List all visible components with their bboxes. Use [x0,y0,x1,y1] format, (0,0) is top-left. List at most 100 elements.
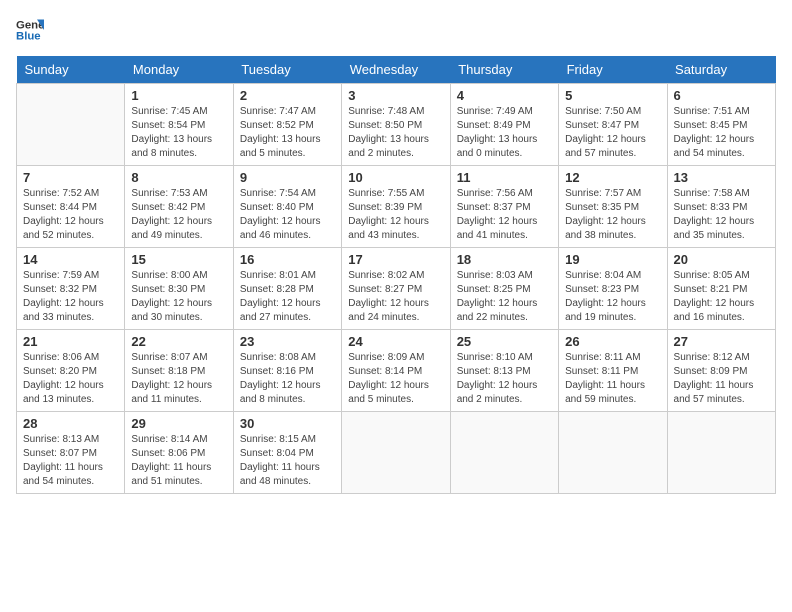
day-number: 12 [565,170,660,185]
day-number: 2 [240,88,335,103]
cell-info: Sunrise: 8:09 AM Sunset: 8:14 PM Dayligh… [348,351,443,407]
weekday-header-thursday: Thursday [450,56,558,84]
day-number: 10 [348,170,443,185]
calendar-cell: 10 Sunrise: 7:55 AM Sunset: 8:39 PM Dayli… [342,166,450,248]
weekday-header-saturday: Saturday [667,56,775,84]
calendar-week-5: 28 Sunrise: 8:13 AM Sunset: 8:07 PM Dayli… [17,412,776,494]
day-number: 25 [457,334,552,349]
day-number: 19 [565,252,660,267]
calendar-cell: 21 Sunrise: 8:06 AM Sunset: 8:20 PM Dayli… [17,330,125,412]
svg-text:Blue: Blue [16,31,41,43]
day-number: 8 [131,170,226,185]
day-number: 27 [674,334,769,349]
day-number: 4 [457,88,552,103]
calendar-cell: 16 Sunrise: 8:01 AM Sunset: 8:28 PM Dayli… [233,248,341,330]
cell-info: Sunrise: 7:55 AM Sunset: 8:39 PM Dayligh… [348,187,443,243]
calendar-week-1: 1 Sunrise: 7:45 AM Sunset: 8:54 PM Daylig… [17,84,776,166]
day-number: 6 [674,88,769,103]
calendar-cell: 22 Sunrise: 8:07 AM Sunset: 8:18 PM Dayli… [125,330,233,412]
cell-info: Sunrise: 8:14 AM Sunset: 8:06 PM Dayligh… [131,433,226,489]
cell-info: Sunrise: 7:59 AM Sunset: 8:32 PM Dayligh… [23,269,118,325]
calendar-cell: 2 Sunrise: 7:47 AM Sunset: 8:52 PM Daylig… [233,84,341,166]
cell-info: Sunrise: 7:58 AM Sunset: 8:33 PM Dayligh… [674,187,769,243]
calendar-table: SundayMondayTuesdayWednesdayThursdayFrid… [16,56,776,494]
day-number: 26 [565,334,660,349]
day-number: 30 [240,416,335,431]
calendar-cell: 23 Sunrise: 8:08 AM Sunset: 8:16 PM Dayli… [233,330,341,412]
day-number: 28 [23,416,118,431]
day-number: 16 [240,252,335,267]
calendar-cell: 13 Sunrise: 7:58 AM Sunset: 8:33 PM Dayli… [667,166,775,248]
cell-info: Sunrise: 7:47 AM Sunset: 8:52 PM Dayligh… [240,105,335,161]
calendar-cell: 25 Sunrise: 8:10 AM Sunset: 8:13 PM Dayli… [450,330,558,412]
cell-info: Sunrise: 7:57 AM Sunset: 8:35 PM Dayligh… [565,187,660,243]
day-number: 21 [23,334,118,349]
cell-info: Sunrise: 8:01 AM Sunset: 8:28 PM Dayligh… [240,269,335,325]
cell-info: Sunrise: 7:52 AM Sunset: 8:44 PM Dayligh… [23,187,118,243]
calendar-cell: 29 Sunrise: 8:14 AM Sunset: 8:06 PM Dayli… [125,412,233,494]
calendar-cell: 15Sunrise: 8:00 AM Sunset: 8:30 PM Dayli… [125,248,233,330]
logo: General Blue [16,16,48,44]
cell-info: Sunrise: 7:49 AM Sunset: 8:49 PM Dayligh… [457,105,552,161]
weekday-header-tuesday: Tuesday [233,56,341,84]
calendar-cell [559,412,667,494]
page-header: General Blue [16,16,776,44]
weekday-header-friday: Friday [559,56,667,84]
calendar-cell: 5 Sunrise: 7:50 AM Sunset: 8:47 PM Daylig… [559,84,667,166]
cell-info: Sunrise: 7:50 AM Sunset: 8:47 PM Dayligh… [565,105,660,161]
cell-info: Sunrise: 8:07 AM Sunset: 8:18 PM Dayligh… [131,351,226,407]
cell-info: Sunrise: 8:06 AM Sunset: 8:20 PM Dayligh… [23,351,118,407]
calendar-cell: 1 Sunrise: 7:45 AM Sunset: 8:54 PM Daylig… [125,84,233,166]
day-number: 24 [348,334,443,349]
day-number: 20 [674,252,769,267]
weekday-header-wednesday: Wednesday [342,56,450,84]
cell-info: Sunrise: 8:08 AM Sunset: 8:16 PM Dayligh… [240,351,335,407]
calendar-cell: 14Sunrise: 7:59 AM Sunset: 8:32 PM Dayli… [17,248,125,330]
calendar-week-3: 14Sunrise: 7:59 AM Sunset: 8:32 PM Dayli… [17,248,776,330]
cell-info: Sunrise: 8:12 AM Sunset: 8:09 PM Dayligh… [674,351,769,407]
cell-info: Sunrise: 7:53 AM Sunset: 8:42 PM Dayligh… [131,187,226,243]
calendar-cell: 9Sunrise: 7:54 AM Sunset: 8:40 PM Daylig… [233,166,341,248]
day-number: 9 [240,170,335,185]
cell-info: Sunrise: 8:03 AM Sunset: 8:25 PM Dayligh… [457,269,552,325]
day-number: 18 [457,252,552,267]
day-number: 22 [131,334,226,349]
day-number: 23 [240,334,335,349]
day-number: 5 [565,88,660,103]
cell-info: Sunrise: 8:13 AM Sunset: 8:07 PM Dayligh… [23,433,118,489]
cell-info: Sunrise: 7:48 AM Sunset: 8:50 PM Dayligh… [348,105,443,161]
calendar-cell: 18 Sunrise: 8:03 AM Sunset: 8:25 PM Dayli… [450,248,558,330]
calendar-cell: 12 Sunrise: 7:57 AM Sunset: 8:35 PM Dayli… [559,166,667,248]
weekday-header-monday: Monday [125,56,233,84]
cell-info: Sunrise: 8:10 AM Sunset: 8:13 PM Dayligh… [457,351,552,407]
calendar-cell: 17 Sunrise: 8:02 AM Sunset: 8:27 PM Dayli… [342,248,450,330]
calendar-cell: 27 Sunrise: 8:12 AM Sunset: 8:09 PM Dayli… [667,330,775,412]
cell-info: Sunrise: 8:04 AM Sunset: 8:23 PM Dayligh… [565,269,660,325]
cell-info: Sunrise: 8:02 AM Sunset: 8:27 PM Dayligh… [348,269,443,325]
calendar-cell [342,412,450,494]
calendar-cell: 24 Sunrise: 8:09 AM Sunset: 8:14 PM Dayli… [342,330,450,412]
calendar-cell: 30 Sunrise: 8:15 AM Sunset: 8:04 PM Dayli… [233,412,341,494]
cell-info: Sunrise: 7:51 AM Sunset: 8:45 PM Dayligh… [674,105,769,161]
calendar-cell [17,84,125,166]
cell-info: Sunrise: 7:45 AM Sunset: 8:54 PM Dayligh… [131,105,226,161]
day-number: 1 [131,88,226,103]
day-number: 17 [348,252,443,267]
calendar-cell: 7 Sunrise: 7:52 AM Sunset: 8:44 PM Daylig… [17,166,125,248]
calendar-cell: 8 Sunrise: 7:53 AM Sunset: 8:42 PM Daylig… [125,166,233,248]
cell-info: Sunrise: 8:15 AM Sunset: 8:04 PM Dayligh… [240,433,335,489]
calendar-cell: 20Sunrise: 8:05 AM Sunset: 8:21 PM Dayli… [667,248,775,330]
day-number: 13 [674,170,769,185]
calendar-week-2: 7 Sunrise: 7:52 AM Sunset: 8:44 PM Daylig… [17,166,776,248]
calendar-cell: 4 Sunrise: 7:49 AM Sunset: 8:49 PM Daylig… [450,84,558,166]
calendar-cell: 6 Sunrise: 7:51 AM Sunset: 8:45 PM Daylig… [667,84,775,166]
cell-info: Sunrise: 8:11 AM Sunset: 8:11 PM Dayligh… [565,351,660,407]
day-number: 7 [23,170,118,185]
calendar-cell: 28 Sunrise: 8:13 AM Sunset: 8:07 PM Dayli… [17,412,125,494]
calendar-cell [450,412,558,494]
calendar-week-4: 21 Sunrise: 8:06 AM Sunset: 8:20 PM Dayli… [17,330,776,412]
calendar-cell [667,412,775,494]
calendar-cell: 11Sunrise: 7:56 AM Sunset: 8:37 PM Dayli… [450,166,558,248]
logo-icon: General Blue [16,16,44,44]
day-number: 29 [131,416,226,431]
